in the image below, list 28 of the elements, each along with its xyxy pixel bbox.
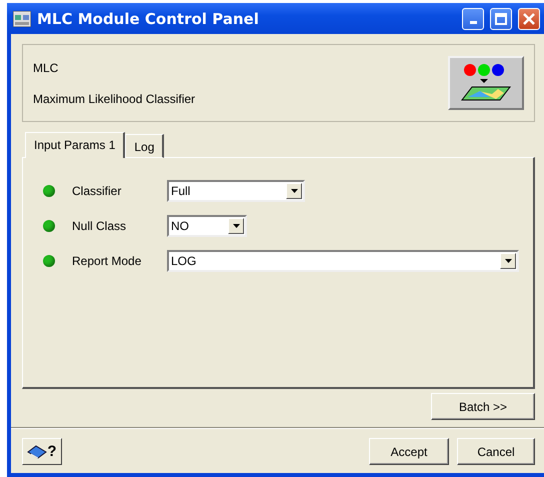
- batch-button[interactable]: Batch >>: [431, 393, 535, 420]
- maximize-icon: [495, 12, 507, 24]
- caret-icon: [504, 259, 512, 263]
- app-icon: [13, 10, 31, 26]
- dropdown[interactable]: Full: [167, 180, 305, 202]
- classification-icon: [460, 63, 512, 103]
- tab[interactable]: Log: [125, 134, 164, 158]
- classifier-button[interactable]: [448, 56, 524, 110]
- dialog-button[interactable]: Accept: [369, 438, 449, 465]
- module-description: Maximum Likelihood Classifier: [33, 92, 196, 106]
- tab[interactable]: Input Params 1: [25, 132, 126, 158]
- close-icon: [523, 12, 535, 24]
- window-title: MLC Module Control Panel: [37, 10, 260, 28]
- minimize-icon: [470, 20, 476, 24]
- minimize-button[interactable]: [462, 8, 484, 30]
- dropdown[interactable]: LOG: [167, 250, 519, 272]
- maximize-button[interactable]: [490, 8, 512, 30]
- help-button[interactable]: ?: [22, 438, 62, 465]
- close-button[interactable]: [518, 8, 540, 30]
- param-label: Report Mode: [72, 254, 142, 268]
- dropdown[interactable]: NO: [167, 215, 247, 237]
- dialog-button[interactable]: Cancel: [457, 438, 535, 465]
- caret-icon: [290, 189, 298, 193]
- param-label: Classifier: [72, 184, 122, 198]
- module-name: MLC: [33, 60, 60, 74]
- caret-icon: [232, 224, 240, 228]
- param-label: Null Class: [72, 219, 128, 233]
- book-icon: [27, 444, 48, 460]
